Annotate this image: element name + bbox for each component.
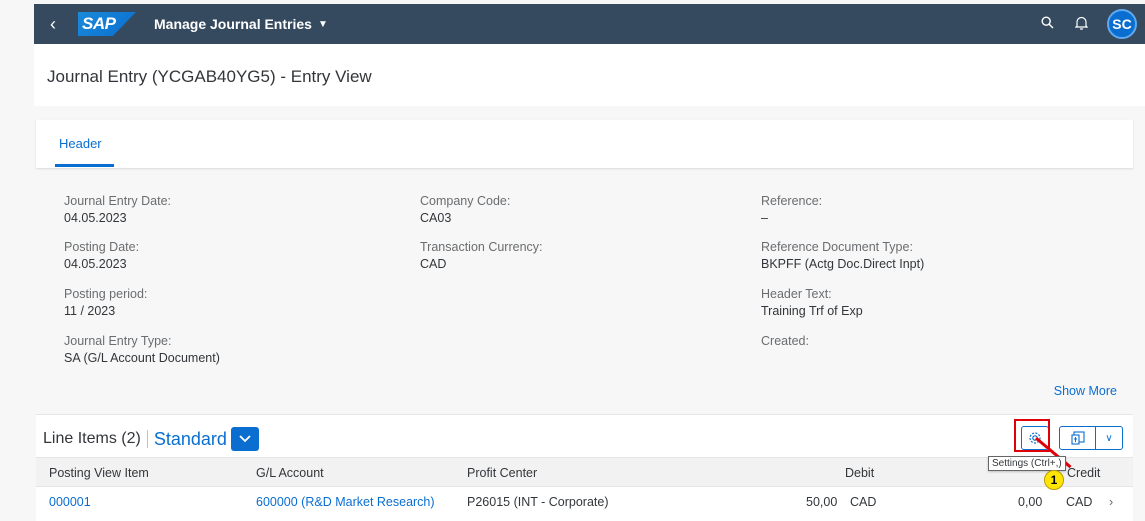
field-journal-entry-date: Journal Entry Date: 04.05.2023 (64, 194, 171, 225)
tab-selected-indicator (55, 164, 114, 167)
settings-tooltip: Settings (Ctrl+,) (988, 456, 1066, 471)
app-title-menu[interactable]: Manage Journal Entries ▼ (154, 16, 328, 32)
sap-logo[interactable]: SAP (78, 12, 136, 36)
table-header-row: Posting View Item G/L Account Profit Cen… (36, 457, 1133, 487)
avatar[interactable]: SC (1107, 9, 1137, 39)
field-label: Posting Date: (64, 240, 140, 254)
field-value: – (761, 211, 768, 225)
field-value: Training Trf of Exp (761, 304, 863, 318)
field-reference: Reference: – (761, 194, 822, 225)
credit-amount: 0,00 (1018, 495, 1043, 509)
field-label: Reference: (761, 194, 823, 208)
field-label: Journal Entry Type: (64, 334, 172, 348)
field-label: Journal Entry Date: (64, 194, 171, 208)
profit-center-cell: P26015 (INT - Corporate) (467, 495, 609, 509)
object-page-content: Header Journal Entry Date: 04.05.2023 Po… (34, 106, 1145, 521)
debit-amount: 50,00 (806, 495, 838, 509)
field-value: 04.05.2023 (64, 211, 127, 225)
column-header[interactable]: Debit (845, 466, 874, 480)
table-title: Line Items (2) (43, 430, 141, 447)
field-value: CA03 (420, 211, 452, 225)
export-button-group[interactable]: ∨ (1059, 426, 1123, 450)
field-reference-document-type: Reference Document Type: BKPFF (Actg Doc… (761, 240, 924, 271)
field-posting-period: Posting period: 11 / 2023 (64, 287, 147, 318)
field-label: Company Code: (420, 194, 511, 208)
field-value: SA (G/L Account Document) (64, 351, 220, 365)
column-header[interactable]: Posting View Item (49, 466, 149, 480)
debit-currency: CAD (850, 495, 877, 509)
column-header[interactable]: Profit Center (467, 466, 537, 480)
field-label: Transaction Currency: (420, 240, 543, 254)
field-transaction-currency: Transaction Currency: CAD (420, 240, 543, 271)
bell-icon[interactable] (1073, 16, 1089, 33)
table-row[interactable]: 000001 600000 (R&D Market Research) P260… (36, 487, 1133, 517)
field-value: 04.05.2023 (64, 257, 127, 271)
callout-number-badge: 1 (1044, 470, 1064, 490)
variant-dropdown-button[interactable] (230, 427, 259, 451)
line-items-table: Line Items (2) Standard ∨ Posting View I… (36, 414, 1133, 521)
chevron-down-icon (239, 435, 251, 443)
field-posting-date: Posting Date: 04.05.2023 (64, 240, 139, 271)
variant-name[interactable]: Standard (154, 429, 227, 450)
tab-header[interactable]: Header (59, 136, 102, 151)
column-header[interactable]: Credit (1067, 466, 1100, 480)
table-toolbar-title: Line Items (2) Standard (43, 427, 259, 451)
anchor-bar: Header (36, 120, 1133, 168)
gl-account-link[interactable]: 600000 (R&D Market Research) (256, 495, 435, 509)
page-title: Journal Entry (YCGAB40YG5) - Entry View (47, 67, 372, 86)
title-separator (146, 430, 148, 448)
field-label: Reference Document Type: (761, 240, 913, 254)
page-header: Journal Entry (YCGAB40YG5) - Entry View (34, 44, 1145, 106)
show-more-link[interactable]: Show More (1054, 384, 1117, 398)
field-label: Header Text: (761, 287, 832, 301)
column-header[interactable]: G/L Account (256, 466, 324, 480)
field-value: 11 / 2023 (64, 304, 116, 318)
field-value: BKPFF (Actg Doc.Direct Inpt) (761, 257, 925, 271)
field-created: Created: (761, 334, 809, 351)
shell-bar: ‹ SAP Manage Journal Entries ▼ SC (34, 4, 1145, 44)
field-label: Posting period: (64, 287, 148, 301)
search-icon[interactable] (1039, 16, 1055, 32)
credit-currency: CAD (1066, 495, 1093, 509)
caret-down-icon: ▼ (317, 18, 328, 30)
posting-view-item-link[interactable]: 000001 (49, 495, 91, 509)
back-arrow-icon[interactable]: ‹ (38, 14, 68, 35)
field-header-text: Header Text: Training Trf of Exp (761, 287, 863, 318)
app-title: Manage Journal Entries (154, 16, 312, 32)
spreadsheet-export-icon (1070, 431, 1085, 445)
field-company-code: Company Code: CA03 (420, 194, 510, 225)
chevron-down-icon[interactable]: ∨ (1096, 427, 1122, 449)
export-button[interactable] (1060, 427, 1096, 449)
field-label: Created: (761, 334, 809, 348)
field-journal-entry-type: Journal Entry Type: SA (G/L Account Docu… (64, 334, 220, 365)
row-navigation-chevron-icon[interactable]: › (1109, 495, 1113, 509)
field-value: CAD (420, 257, 447, 271)
